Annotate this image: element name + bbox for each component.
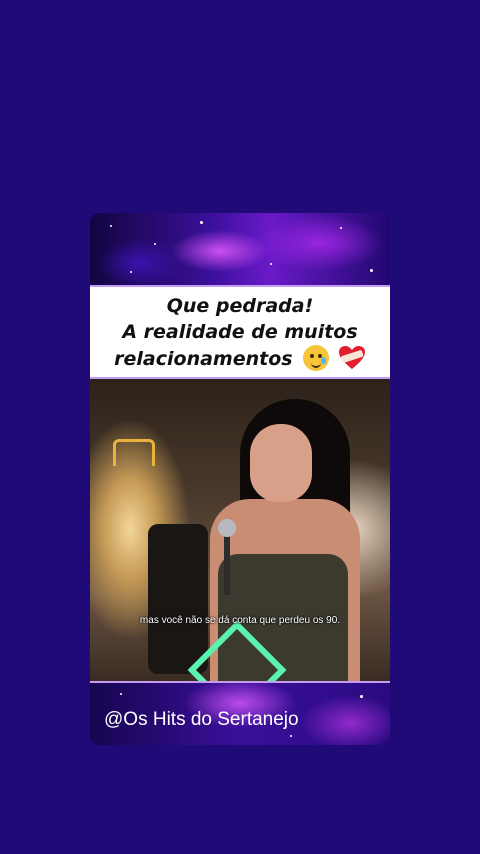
star-decoration <box>154 243 156 245</box>
smiling-face-with-tear-icon <box>303 344 330 371</box>
star-decoration <box>370 269 373 272</box>
post-card: Que pedrada! A realidade de muitos relac… <box>90 213 390 745</box>
caption-line-3: relacionamentos <box>114 344 366 372</box>
microphone-icon <box>218 519 236 537</box>
caption-line-3-text: relacionamentos <box>114 347 293 370</box>
microphone-handle <box>224 535 230 595</box>
caption-line-2: A realidade de muitos <box>122 320 358 343</box>
star-decoration <box>110 225 112 227</box>
star-decoration <box>270 263 272 265</box>
person-face <box>250 424 312 502</box>
video-frame[interactable]: mas você não se dá conta que perdeu os 9… <box>90 379 390 681</box>
heart-with-bandage-icon <box>338 345 365 369</box>
galaxy-banner-bottom: @Os Hits do Sertanejo <box>90 681 390 745</box>
star-decoration <box>130 271 132 273</box>
chair-shape <box>148 524 208 674</box>
caption-line-1: Que pedrada! <box>166 294 314 317</box>
lantern-decoration <box>113 439 155 466</box>
star-decoration <box>290 735 292 737</box>
star-decoration <box>360 695 363 698</box>
star-decoration <box>340 227 342 229</box>
star-decoration <box>200 221 203 224</box>
caption-box: Que pedrada! A realidade de muitos relac… <box>90 285 390 379</box>
galaxy-banner-top <box>90 213 390 285</box>
video-subtitle: mas você não se dá conta que perdeu os 9… <box>139 615 341 626</box>
channel-handle: @Os Hits do Sertanejo <box>104 709 299 730</box>
star-decoration <box>120 693 122 695</box>
